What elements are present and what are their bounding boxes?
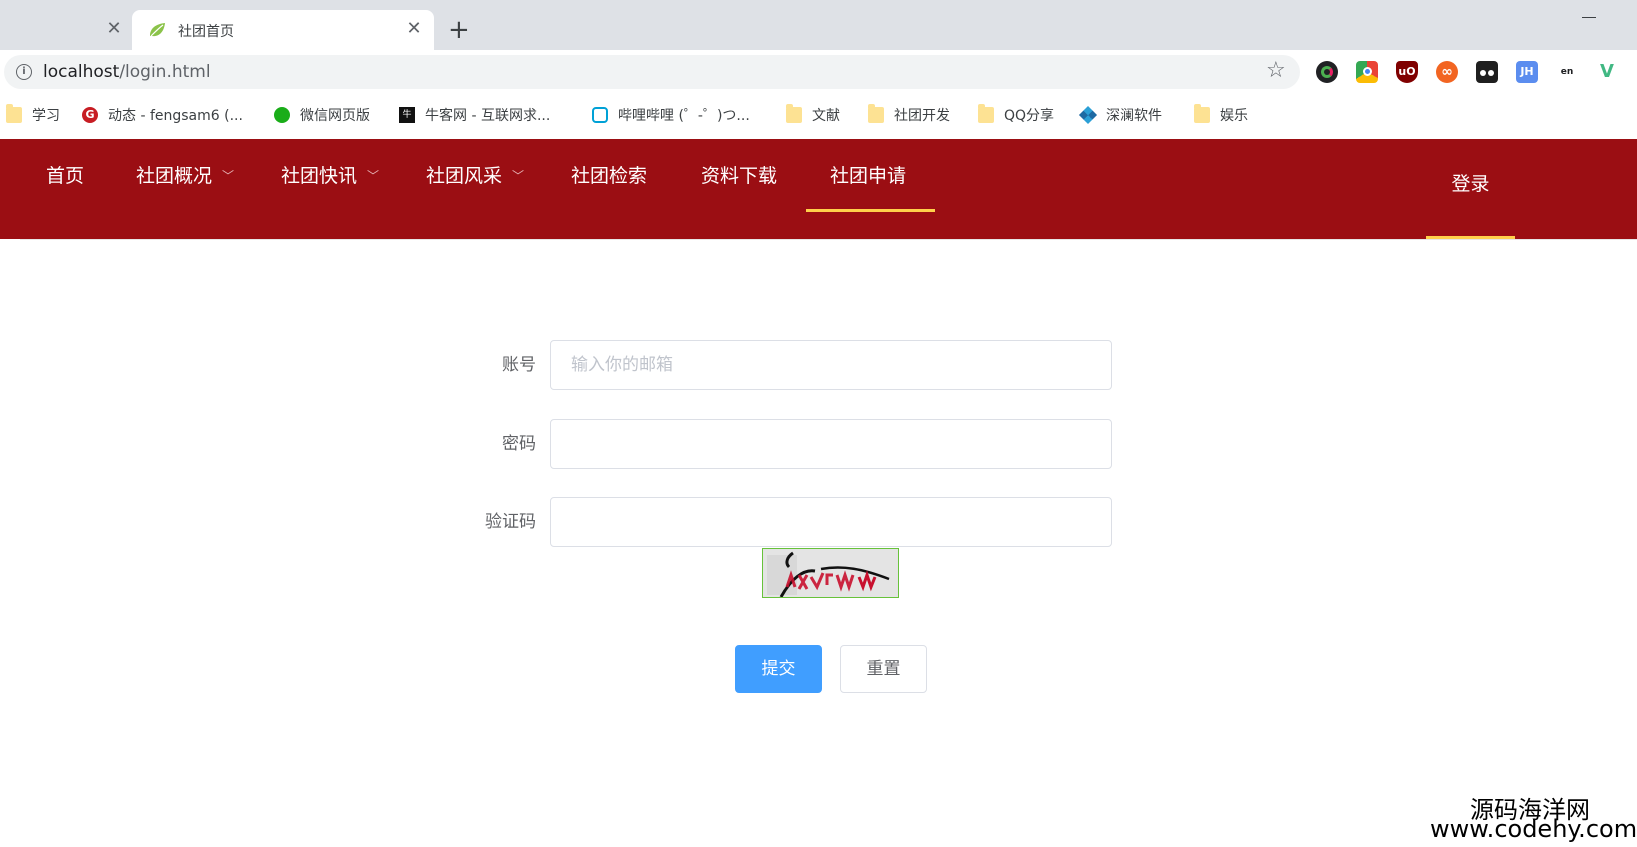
site-navbar: 首页 社团概况 ﹀ 社团快讯 ﹀ 社团风采 ﹀ 社团检索 资料下载 社团申请 登录 (0, 139, 1637, 239)
vue-devtools-icon[interactable]: V (1596, 61, 1618, 83)
bookmark-item[interactable]: G 动态 - fengsam6 (... (82, 104, 243, 126)
captcha-image[interactable] (762, 548, 899, 598)
login-link[interactable]: 登录 (1426, 139, 1515, 239)
color-picker-icon[interactable] (1316, 61, 1338, 83)
nav-label: 社团快讯 (281, 165, 358, 187)
bookmark-star-icon[interactable]: ☆ (1266, 58, 1286, 83)
nav-item-home[interactable]: 首页 (46, 139, 84, 213)
nav-item-search[interactable]: 社团检索 (571, 139, 647, 213)
bookmark-label: 动态 - fengsam6 (... (108, 108, 243, 124)
submit-button[interactable]: 提交 (735, 645, 822, 693)
wechat-icon (274, 107, 290, 123)
gitee-icon: G (82, 107, 98, 123)
bookmark-item[interactable]: 哔哩哔哩 (゜-゜)つ... (592, 104, 750, 126)
chevron-down-icon: ﹀ (512, 169, 525, 183)
url-host: localhost (43, 62, 120, 82)
nav-label: 资料下载 (701, 165, 778, 187)
infinity-icon[interactable]: ∞ (1436, 61, 1458, 83)
close-tab-icon[interactable]: ✕ (104, 19, 124, 39)
url-path: /login.html (119, 62, 211, 82)
nav-item-news[interactable]: 社团快讯 ﹀ (281, 139, 379, 213)
nav-item-gallery[interactable]: 社团风采 ﹀ (426, 139, 524, 213)
bookmarks-bar: 学习 G 动态 - fengsam6 (... 微信网页版 牛 牛客网 - 互联… (0, 92, 1637, 138)
jh-icon[interactable]: JH (1516, 61, 1538, 83)
account-input[interactable] (550, 340, 1112, 390)
browser-tab-inactive[interactable]: ✕ (0, 10, 132, 50)
chevron-down-icon: ﹀ (222, 169, 235, 183)
ublock-icon[interactable]: uO (1396, 61, 1418, 83)
captcha-noise-graphic (763, 549, 898, 597)
captcha-label: 验证码 (485, 512, 536, 532)
folder-icon (868, 104, 884, 123)
bookmark-label: 牛客网 - 互联网求... (425, 108, 551, 124)
bookmark-label: 深澜软件 (1106, 108, 1162, 124)
nav-label: 社团申请 (830, 165, 907, 187)
captcha-input[interactable] (550, 497, 1112, 547)
reset-button[interactable]: 重置 (840, 645, 927, 693)
bilibili-icon (592, 107, 608, 123)
bookmark-item[interactable]: 文献 (786, 104, 840, 126)
srun-icon (1078, 105, 1098, 125)
folder-icon (786, 104, 802, 123)
nav-label: 首页 (46, 165, 85, 187)
folder-icon (1194, 104, 1210, 123)
browser-tabstrip: ✕ 社团首页 ✕ + (0, 0, 1637, 50)
nowcoder-icon: 牛 (399, 107, 415, 123)
account-row: 账号 (470, 340, 1112, 390)
login-label: 登录 (1451, 173, 1490, 195)
folder-icon (6, 104, 22, 123)
password-label: 密码 (502, 434, 536, 454)
bookmark-label: 微信网页版 (300, 108, 370, 124)
chrome-store-icon[interactable] (1356, 61, 1378, 83)
spring-leaf-icon (150, 23, 165, 37)
nav-item-apply[interactable]: 社团申请 (830, 139, 906, 213)
url-text[interactable]: localhost/login.html (43, 62, 211, 82)
translate-icon[interactable]: en (1556, 61, 1578, 83)
nav-label: 社团检索 (571, 165, 648, 187)
nav-label: 社团概况 (136, 165, 213, 187)
tampermonkey-icon[interactable] (1476, 61, 1498, 83)
bookmark-label: QQ分享 (1004, 108, 1055, 124)
captcha-row: 验证码 (470, 497, 1112, 547)
bookmark-label: 哔哩哔哩 (゜-゜)つ... (618, 108, 750, 124)
browser-toolbar: i localhost/login.html ☆ uO ∞ JH en V (0, 50, 1637, 92)
navbar-divider (20, 239, 1637, 240)
bookmark-item[interactable]: 深澜软件 (1078, 104, 1162, 126)
nav-item-downloads[interactable]: 资料下载 (701, 139, 777, 213)
bookmark-item[interactable]: 微信网页版 (274, 104, 370, 126)
active-nav-indicator (806, 209, 935, 212)
password-input[interactable] (550, 419, 1112, 469)
address-bar[interactable]: i localhost/login.html ☆ (4, 55, 1300, 89)
nav-label: 社团风采 (426, 165, 503, 187)
minimize-window-button[interactable] (1582, 17, 1596, 18)
bookmark-item[interactable]: 娱乐 (1194, 104, 1248, 126)
tab-title: 社团首页 (178, 24, 234, 40)
nav-item-overview[interactable]: 社团概况 ﹀ (136, 139, 234, 213)
account-label: 账号 (502, 355, 536, 375)
bookmark-label: 文献 (812, 108, 840, 124)
bookmark-label: 娱乐 (1220, 108, 1248, 124)
bookmark-item[interactable]: 牛 牛客网 - 互联网求... (399, 104, 550, 126)
new-tab-button[interactable]: + (448, 17, 470, 43)
close-tab-icon[interactable]: ✕ (404, 19, 424, 39)
watermark-url: www.codehy.com (1430, 815, 1637, 843)
bookmark-item[interactable]: QQ分享 (978, 104, 1054, 126)
chevron-down-icon: ﹀ (367, 169, 380, 183)
bookmark-item[interactable]: 社团开发 (868, 104, 950, 126)
bookmark-label: 学习 (32, 108, 60, 124)
browser-tab-active[interactable]: 社团首页 ✕ (132, 10, 434, 50)
site-info-icon[interactable]: i (16, 64, 32, 80)
folder-icon (978, 104, 994, 123)
password-row: 密码 (470, 419, 1112, 469)
bookmark-label: 社团开发 (894, 108, 950, 124)
bookmark-item[interactable]: 学习 (6, 104, 60, 126)
